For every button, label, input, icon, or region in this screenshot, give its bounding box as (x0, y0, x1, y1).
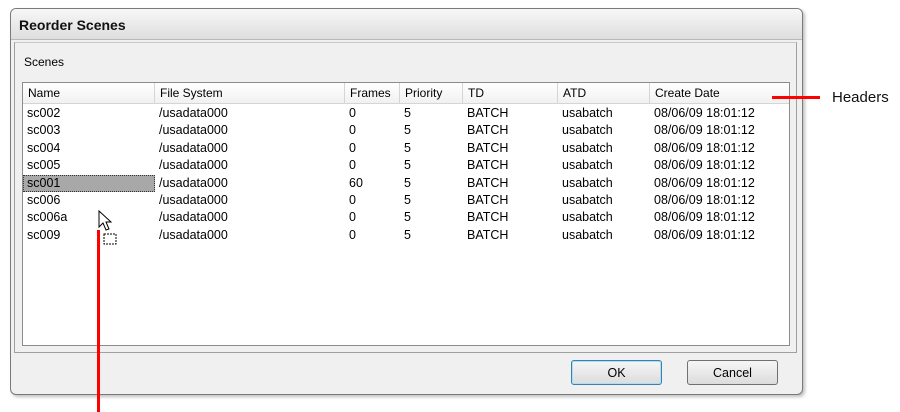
cell-atd: usabatch (562, 123, 613, 138)
headers-annotation-line (772, 96, 820, 99)
scenes-list[interactable]: Name File System Frames Priority TD ATD … (22, 82, 790, 346)
cell-file-system: /usadata000 (159, 158, 228, 173)
header-frames[interactable]: Frames (345, 83, 400, 103)
cell-create-date: 08/06/09 18:01:12 (654, 140, 755, 155)
cell-name: sc002 (27, 106, 61, 120)
cell-create-date: 08/06/09 18:01:12 (654, 106, 755, 120)
cell-atd: usabatch (562, 175, 613, 190)
cell-file-system: /usadata000 (159, 227, 228, 242)
cell-name: sc006 (27, 193, 61, 207)
cell-file-system: /usadata000 (159, 106, 228, 120)
cell-name: sc005 (27, 158, 61, 173)
dialog-titlebar[interactable]: Reorder Scenes (11, 9, 802, 40)
cell-priority: 5 (404, 106, 411, 120)
header-atd[interactable]: ATD (558, 83, 650, 103)
cell-td: BATCH (467, 123, 509, 138)
list-header: Name File System Frames Priority TD ATD … (23, 83, 789, 104)
cell-atd: usabatch (562, 210, 613, 225)
cell-td: BATCH (467, 106, 509, 120)
cell-atd: usabatch (562, 193, 613, 207)
cell-create-date: 08/06/09 18:01:12 (654, 227, 755, 242)
table-row[interactable]: sc001/usadata000 60 5 BATCH usabatch 08/06/09… (23, 174, 789, 192)
cell-td: BATCH (467, 193, 509, 207)
cell-td: BATCH (467, 175, 509, 190)
cell-td: BATCH (467, 227, 509, 242)
cell-name: sc001 (23, 174, 155, 192)
cell-priority: 5 (404, 175, 411, 190)
table-row[interactable]: sc005/usadata000 0 5 BATCH usabatch 08/06/09 … (23, 157, 789, 174)
cell-name: sc003 (27, 123, 61, 138)
table-row[interactable]: sc002/usadata000 0 5 BATCH usabatch 08/06/09 … (23, 105, 789, 122)
reorder-scenes-dialog: Reorder Scenes Scenes Name File System F… (10, 8, 803, 395)
row-annotation-line (97, 230, 100, 412)
header-priority[interactable]: Priority (400, 83, 463, 103)
table-row[interactable]: sc003/usadata000 0 5 BATCH usabatch 08/06/09 … (23, 122, 789, 139)
cell-create-date: 08/06/09 18:01:12 (654, 210, 755, 225)
table-row[interactable]: sc006/usadata000 0 5 BATCH usabatch 08/06/09 … (23, 192, 789, 209)
cell-create-date: 08/06/09 18:01:12 (654, 158, 755, 173)
cell-priority: 5 (404, 193, 411, 207)
cell-create-date: 08/06/09 18:01:12 (654, 123, 755, 138)
cell-td: BATCH (467, 158, 509, 173)
cell-td: BATCH (467, 140, 509, 155)
cell-frames: 60 (349, 175, 363, 190)
cell-priority: 5 (404, 227, 411, 242)
cell-priority: 5 (404, 123, 411, 138)
cell-frames: 0 (349, 210, 356, 225)
header-file-system[interactable]: File System (155, 83, 345, 103)
cell-priority: 5 (404, 158, 411, 173)
table-row[interactable]: sc004/usadata000 0 5 BATCH usabatch 08/06/09 … (23, 140, 789, 157)
cell-create-date: 08/06/09 18:01:12 (654, 175, 755, 190)
cell-file-system: /usadata000 (159, 175, 228, 190)
header-name[interactable]: Name (23, 83, 155, 103)
cell-atd: usabatch (562, 140, 613, 155)
headers-annotation-label: Headers (832, 89, 889, 106)
header-td[interactable]: TD (463, 83, 558, 103)
cell-priority: 5 (404, 140, 411, 155)
cancel-button[interactable]: Cancel (687, 360, 778, 385)
cell-frames: 0 (349, 140, 356, 155)
drag-cursor-icon (98, 210, 117, 245)
cell-file-system: /usadata000 (159, 193, 228, 207)
header-create-date[interactable]: Create Date (650, 83, 789, 103)
cell-file-system: /usadata000 (159, 210, 228, 225)
cell-file-system: /usadata000 (159, 123, 228, 138)
cell-create-date: 08/06/09 18:01:12 (654, 193, 755, 207)
cell-atd: usabatch (562, 227, 613, 242)
ok-button[interactable]: OK (571, 360, 662, 385)
cell-atd: usabatch (562, 158, 613, 173)
table-row[interactable]: sc009/usadata000 0 5 BATCH usabatch 08/06/09 … (23, 227, 789, 244)
cell-name: sc006a (27, 210, 68, 225)
cell-name: sc009 (27, 227, 61, 242)
cell-priority: 5 (404, 210, 411, 225)
scenes-group-label: Scenes (24, 55, 65, 69)
cell-td: BATCH (467, 210, 509, 225)
cell-frames: 0 (349, 193, 356, 207)
cell-frames: 0 (349, 227, 356, 242)
cell-atd: usabatch (562, 106, 613, 120)
cell-file-system: /usadata000 (159, 140, 228, 155)
table-row[interactable]: sc006a/usadata000 0 5 BATCH usabatch 08/06/09… (23, 209, 789, 226)
cell-frames: 0 (349, 123, 356, 138)
cell-frames: 0 (349, 158, 356, 173)
cell-name: sc004 (27, 140, 61, 155)
cell-frames: 0 (349, 106, 356, 120)
dialog-title: Reorder Scenes (19, 17, 126, 33)
